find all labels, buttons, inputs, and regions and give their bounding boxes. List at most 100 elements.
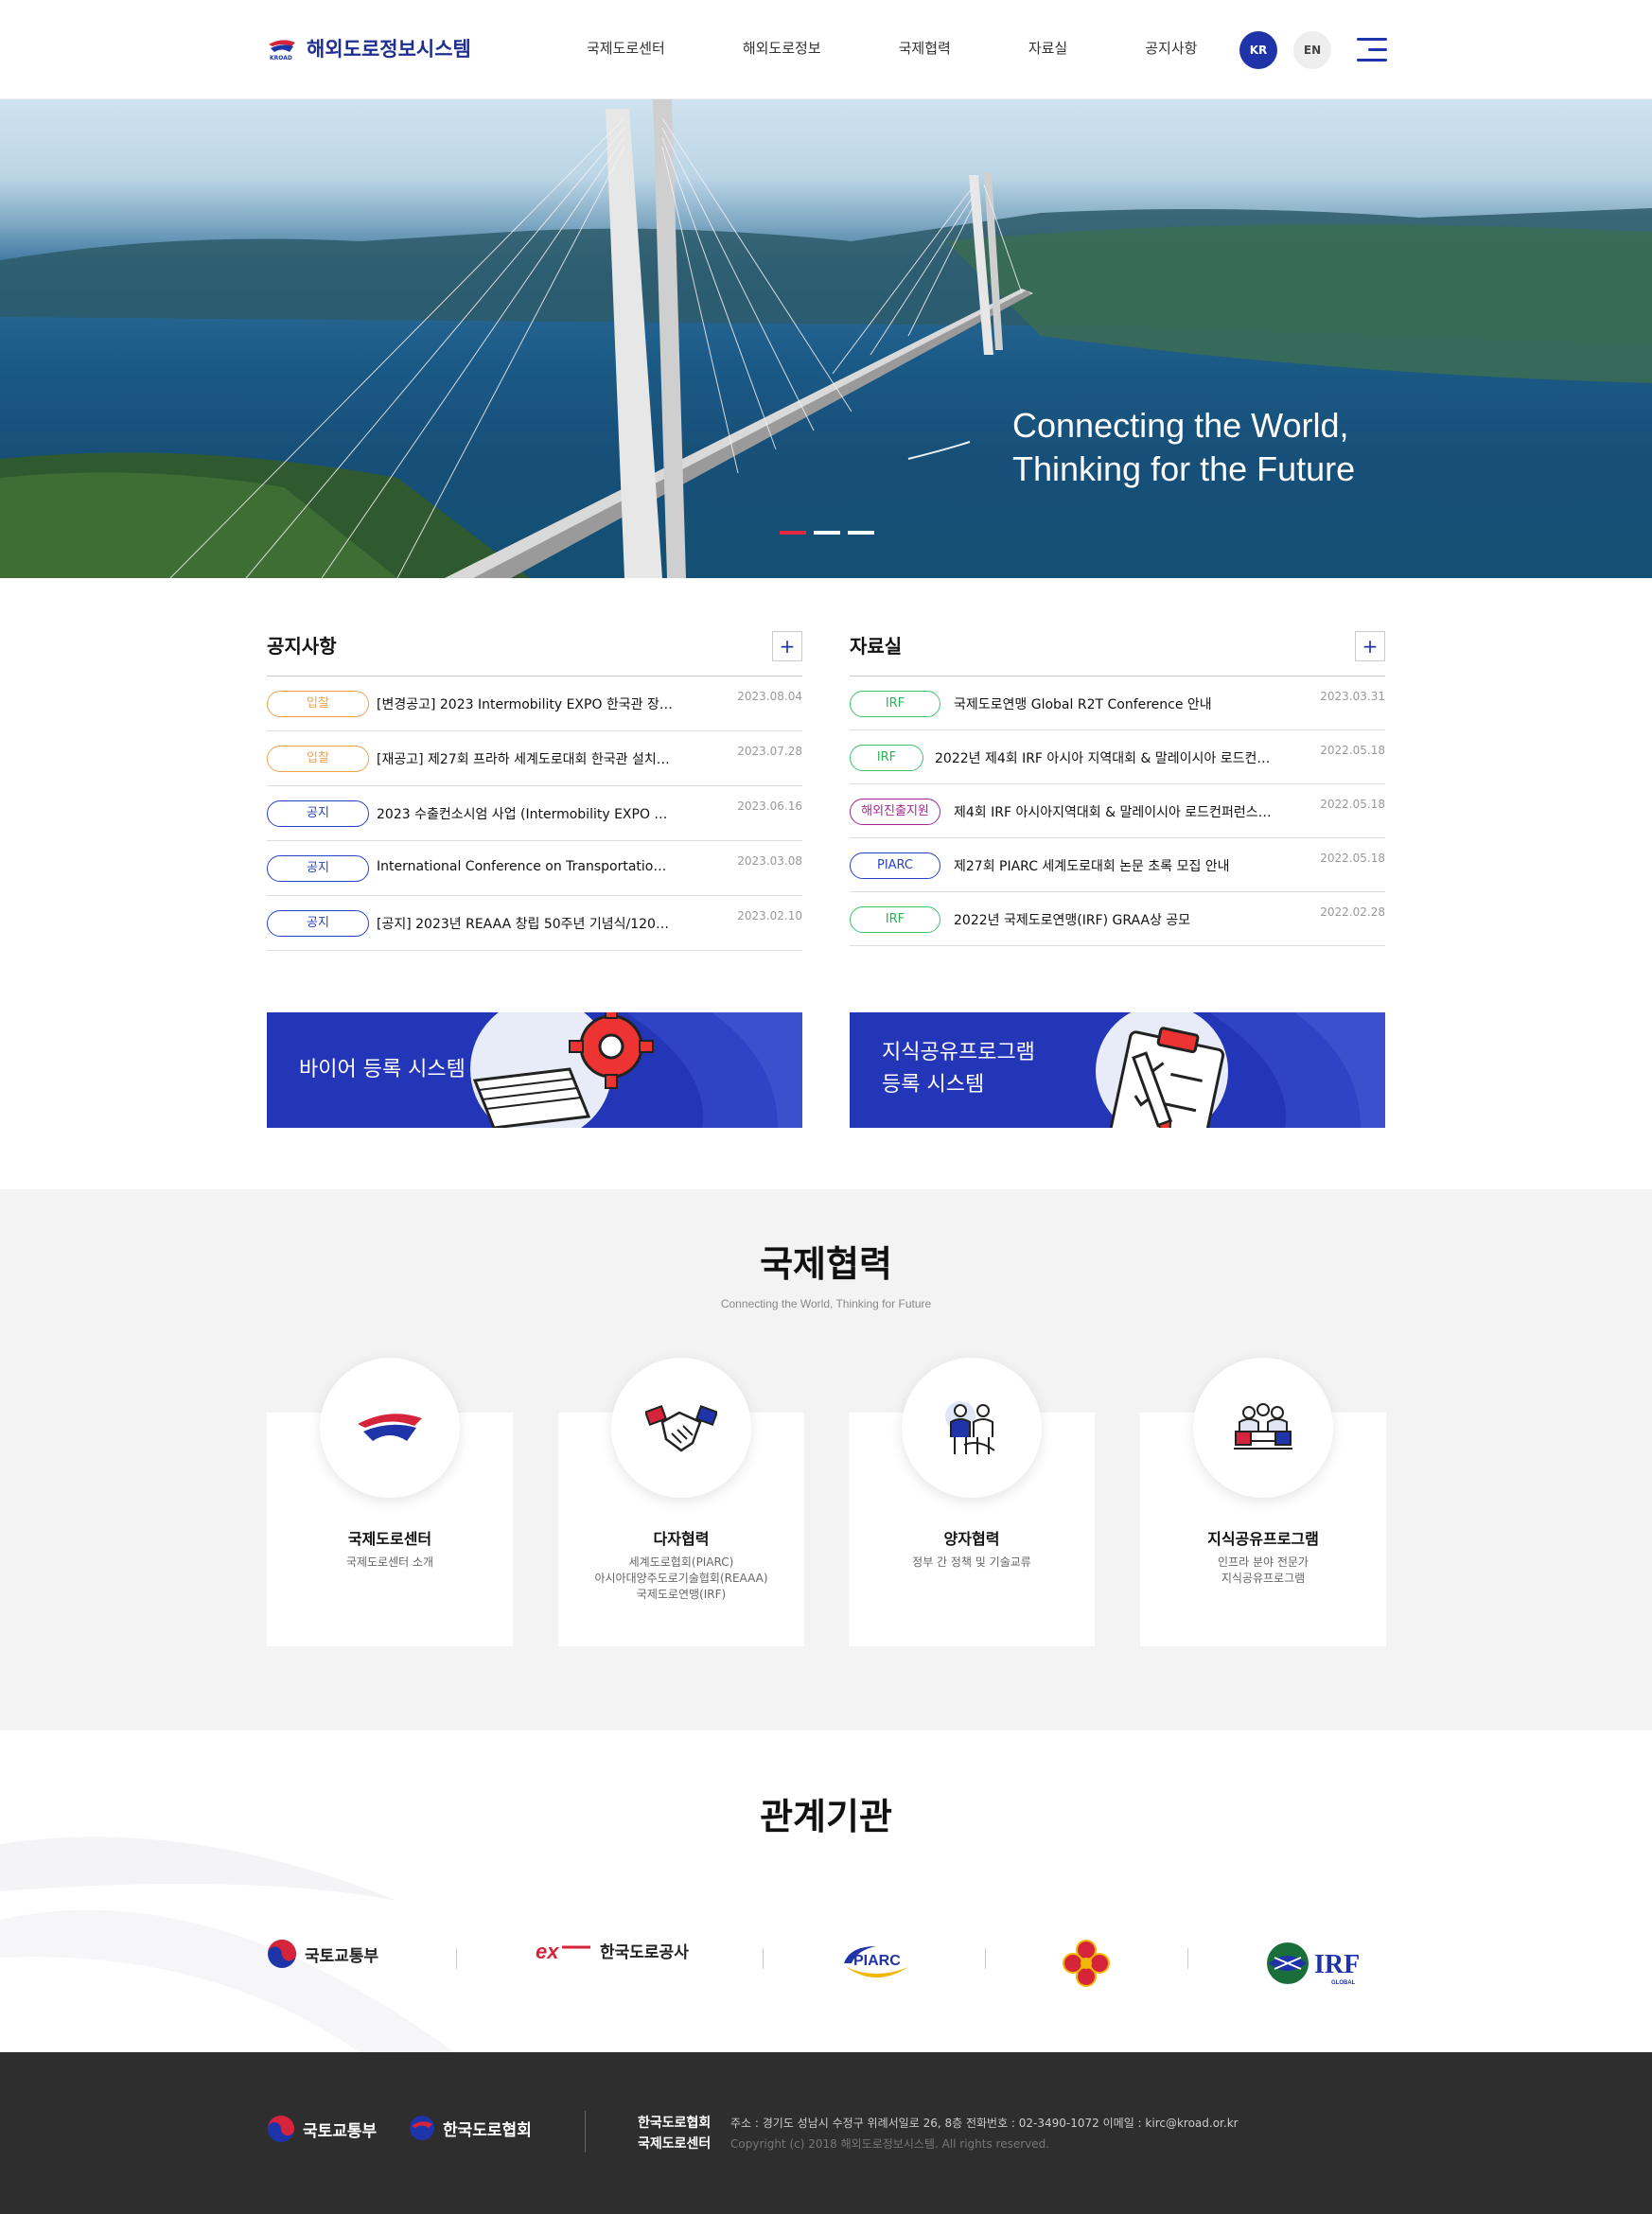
list-item-title[interactable]: [재공고] 제27회 프라하 세계도로대회 한국관 설치… <box>377 749 679 768</box>
footer-org-2: 국제도로센터 <box>638 2136 712 2152</box>
irf-logo[interactable]: IRF GLOBAL <box>1265 1939 1386 1988</box>
coop-card-bilateral[interactable]: 양자협력 정부 간 정책 및 기술교류 <box>849 1358 1095 1646</box>
list-item[interactable]: IRF 2022년 제4회 IRF 아시아 지역대회 & 말레이시아 로드컨… … <box>850 730 1385 784</box>
tag-badge: 공지 <box>267 800 369 827</box>
slide-dot-3[interactable] <box>848 531 874 535</box>
list-item[interactable]: 해외진출지원 제4회 IRF 아시아지역대회 & 말레이시아 로드컨퍼런스 및…… <box>850 784 1385 838</box>
lang-en-button[interactable]: EN <box>1293 31 1331 69</box>
nav-international-cooperation[interactable]: 국제협력 <box>899 38 951 58</box>
coop-card-road-center[interactable]: 국제도로센터 국제도로센터 소개 <box>267 1358 513 1646</box>
list-item-title[interactable]: 2022년 제4회 IRF 아시아 지역대회 & 말레이시아 로드컨… <box>935 748 1275 767</box>
list-item-date: 2022.05.18 <box>1320 744 1385 757</box>
svg-text:GLOBAL: GLOBAL <box>1331 1980 1356 1986</box>
list-item-title[interactable]: 2023 수출컨소시엄 사업 (Intermobility EXPO … <box>377 804 679 823</box>
svg-text:IRF: IRF <box>1314 1950 1360 1979</box>
hero-slider: Connecting the World, Thinking for the F… <box>0 99 1652 578</box>
related-title: 관계기관 <box>760 1796 892 1837</box>
list-item-title[interactable]: 국제도로연맹 Global R2T Conference 안내 <box>954 694 1275 713</box>
taegeuk-icon <box>268 1940 296 1968</box>
list-item[interactable]: IRF 국제도로연맹 Global R2T Conference 안내 2023… <box>850 676 1385 730</box>
notice-more-button[interactable]: + <box>772 631 802 661</box>
nav-overseas-road-info[interactable]: 해외도로정보 <box>743 38 821 58</box>
molit-label: 국토교통부 <box>305 1946 379 1966</box>
list-item[interactable]: IRF 2022년 국제도로연맹(IRF) GRAA상 공모 2022.02.2… <box>850 892 1385 946</box>
bridge-photo <box>0 99 1652 578</box>
hero-line-1: Connecting the World, <box>1012 406 1349 445</box>
card-desc-line: 국제도로연맹(IRF) <box>636 1588 727 1601</box>
list-item-title[interactable]: 2022년 국제도로연맹(IRF) GRAA상 공모 <box>954 910 1275 929</box>
nav-archive[interactable]: 자료실 <box>1028 38 1067 58</box>
notice-board-header: 공지사항 + <box>267 627 802 676</box>
tag-badge: 입찰 <box>267 746 369 772</box>
tag-badge: 공지 <box>267 910 369 937</box>
ksp-registration-banner[interactable]: 지식공유프로그램 등록 시스템 <box>850 1012 1385 1128</box>
list-item[interactable]: PIARC 제27회 PIARC 세계도로대회 논문 초록 모집 안내 2022… <box>850 838 1385 892</box>
notice-title: 공지사항 <box>267 635 337 658</box>
people-meeting-icon <box>945 1401 995 1454</box>
list-item-date: 2022.05.18 <box>1320 852 1385 865</box>
kroad-circle-icon <box>410 2116 434 2140</box>
list-item[interactable]: 입찰 [변경공고] 2023 Intermobility EXPO 한국관 장…… <box>267 676 802 731</box>
notice-board: 공지사항 + 입찰 [변경공고] 2023 Intermobility EXPO… <box>267 627 802 951</box>
korea-expressway-label: 한국도로공사 <box>600 1943 689 1962</box>
card-icon-wrap <box>1193 1358 1333 1498</box>
coop-card-knowledge-sharing[interactable]: 지식공유프로그램 인프라 분야 전문가 지식공유프로그램 <box>1140 1358 1386 1646</box>
nav-international-road-center[interactable]: 국제도로센터 <box>587 38 665 58</box>
molit-logo[interactable]: 국토교통부 <box>267 1939 378 1969</box>
taegeuk-icon <box>267 2115 295 2143</box>
list-item-date: 2022.02.28 <box>1320 905 1385 919</box>
list-item-date: 2023.06.16 <box>737 800 802 813</box>
site-logo[interactable]: KROAD 해외도로정보시스템 <box>267 34 471 62</box>
buyer-registration-banner[interactable]: 바이어 등록 시스템 <box>267 1012 802 1128</box>
footer-molit-label: 국토교통부 <box>303 2121 378 2141</box>
slider-pagination <box>780 531 874 535</box>
card-desc-line: 세계도로협회(PIARC) <box>628 1555 734 1569</box>
card-desc: 정부 간 정책 및 기술교류 <box>849 1555 1095 1571</box>
list-item[interactable]: 공지 International Conference on Transport… <box>267 841 802 896</box>
divider <box>456 1948 457 1969</box>
archive-board-header: 자료실 + <box>850 627 1385 676</box>
list-item-title[interactable]: [변경공고] 2023 Intermobility EXPO 한국관 장… <box>377 694 679 713</box>
list-item-date: 2023.07.28 <box>737 745 802 758</box>
list-item-title[interactable]: 제4회 IRF 아시아지역대회 & 말레이시아 로드컨퍼런스 및… <box>954 802 1275 821</box>
card-desc-line: 아시아대양주도로기술협회(REAAA) <box>594 1572 768 1585</box>
slide-dot-2[interactable] <box>814 531 840 535</box>
list-item-title[interactable]: [공지] 2023년 REAAA 창립 50주년 기념식/120… <box>377 914 679 933</box>
reaaa-logo[interactable] <box>1062 1939 1111 1988</box>
lang-kr-button[interactable]: KR <box>1239 31 1277 69</box>
nav-notice[interactable]: 공지사항 <box>1145 38 1197 58</box>
card-title: 양자협력 <box>943 1530 1000 1548</box>
main-nav: 국제도로센터 해외도로정보 국제협력 자료실 공지사항 <box>558 38 1197 58</box>
korea-expressway-logo[interactable]: ex 한국도로공사 <box>536 1939 689 1963</box>
card-desc-line: 정부 간 정책 및 기술교류 <box>912 1555 1031 1569</box>
footer-org-names: 한국도로협회 국제도로센터 <box>638 2113 711 2154</box>
international-cooperation-section: 국제협력 Connecting the World, Thinking for … <box>0 1189 1652 1731</box>
card-icon-wrap <box>611 1358 751 1498</box>
list-item[interactable]: 공지 [공지] 2023년 REAAA 창립 50주년 기념식/120… 202… <box>267 896 802 951</box>
footer-address: 주소 : 경기도 성남시 수정구 위례서일로 26, 8층 전화번호 : 02-… <box>730 2117 1239 2130</box>
list-item-title[interactable]: International Conference on Transportati… <box>377 859 679 874</box>
hamburger-menu-icon[interactable] <box>1357 38 1387 62</box>
site-header: KROAD 해외도로정보시스템 국제도로센터 해외도로정보 국제협력 자료실 공… <box>0 0 1652 99</box>
kroad-emblem-icon <box>358 1414 422 1441</box>
tag-badge: PIARC <box>850 852 940 879</box>
tag-badge: IRF <box>850 906 940 933</box>
card-title: 지식공유프로그램 <box>1207 1530 1319 1548</box>
piarc-logo[interactable]: PIARC <box>838 1939 914 1986</box>
list-item[interactable]: 공지 2023 수출컨소시엄 사업 (Intermobility EXPO … … <box>267 786 802 841</box>
card-icon-wrap <box>320 1358 460 1498</box>
card-title: 다자협력 <box>653 1530 710 1548</box>
list-item[interactable]: 입찰 [재공고] 제27회 프라하 세계도로대회 한국관 설치… 2023.07… <box>267 731 802 786</box>
list-item-title[interactable]: 제27회 PIARC 세계도로대회 논문 초록 모집 안내 <box>954 856 1275 875</box>
footer-kroad-label: 한국도로협회 <box>443 2120 532 2140</box>
ksp-banner-line-1: 지식공유프로그램 <box>882 1041 1035 1064</box>
ksp-banner-line-2: 등록 시스템 <box>882 1073 985 1097</box>
footer-molit-logo[interactable]: 국토교통부 <box>267 2115 377 2143</box>
footer-kroad-logo[interactable]: 한국도로협회 <box>409 2115 532 2141</box>
archive-more-button[interactable]: + <box>1355 631 1385 661</box>
coop-card-multilateral[interactable]: 다자협력 세계도로협회(PIARC) 아시아대양주도로기술협회(REAAA) 국… <box>558 1358 804 1646</box>
footer-org-1: 한국도로협회 <box>638 2116 712 2131</box>
slide-dot-1[interactable] <box>780 531 806 535</box>
card-desc: 인프라 분야 전문가 지식공유프로그램 <box>1140 1555 1386 1587</box>
card-desc-line: 인프라 분야 전문가 <box>1218 1555 1309 1569</box>
